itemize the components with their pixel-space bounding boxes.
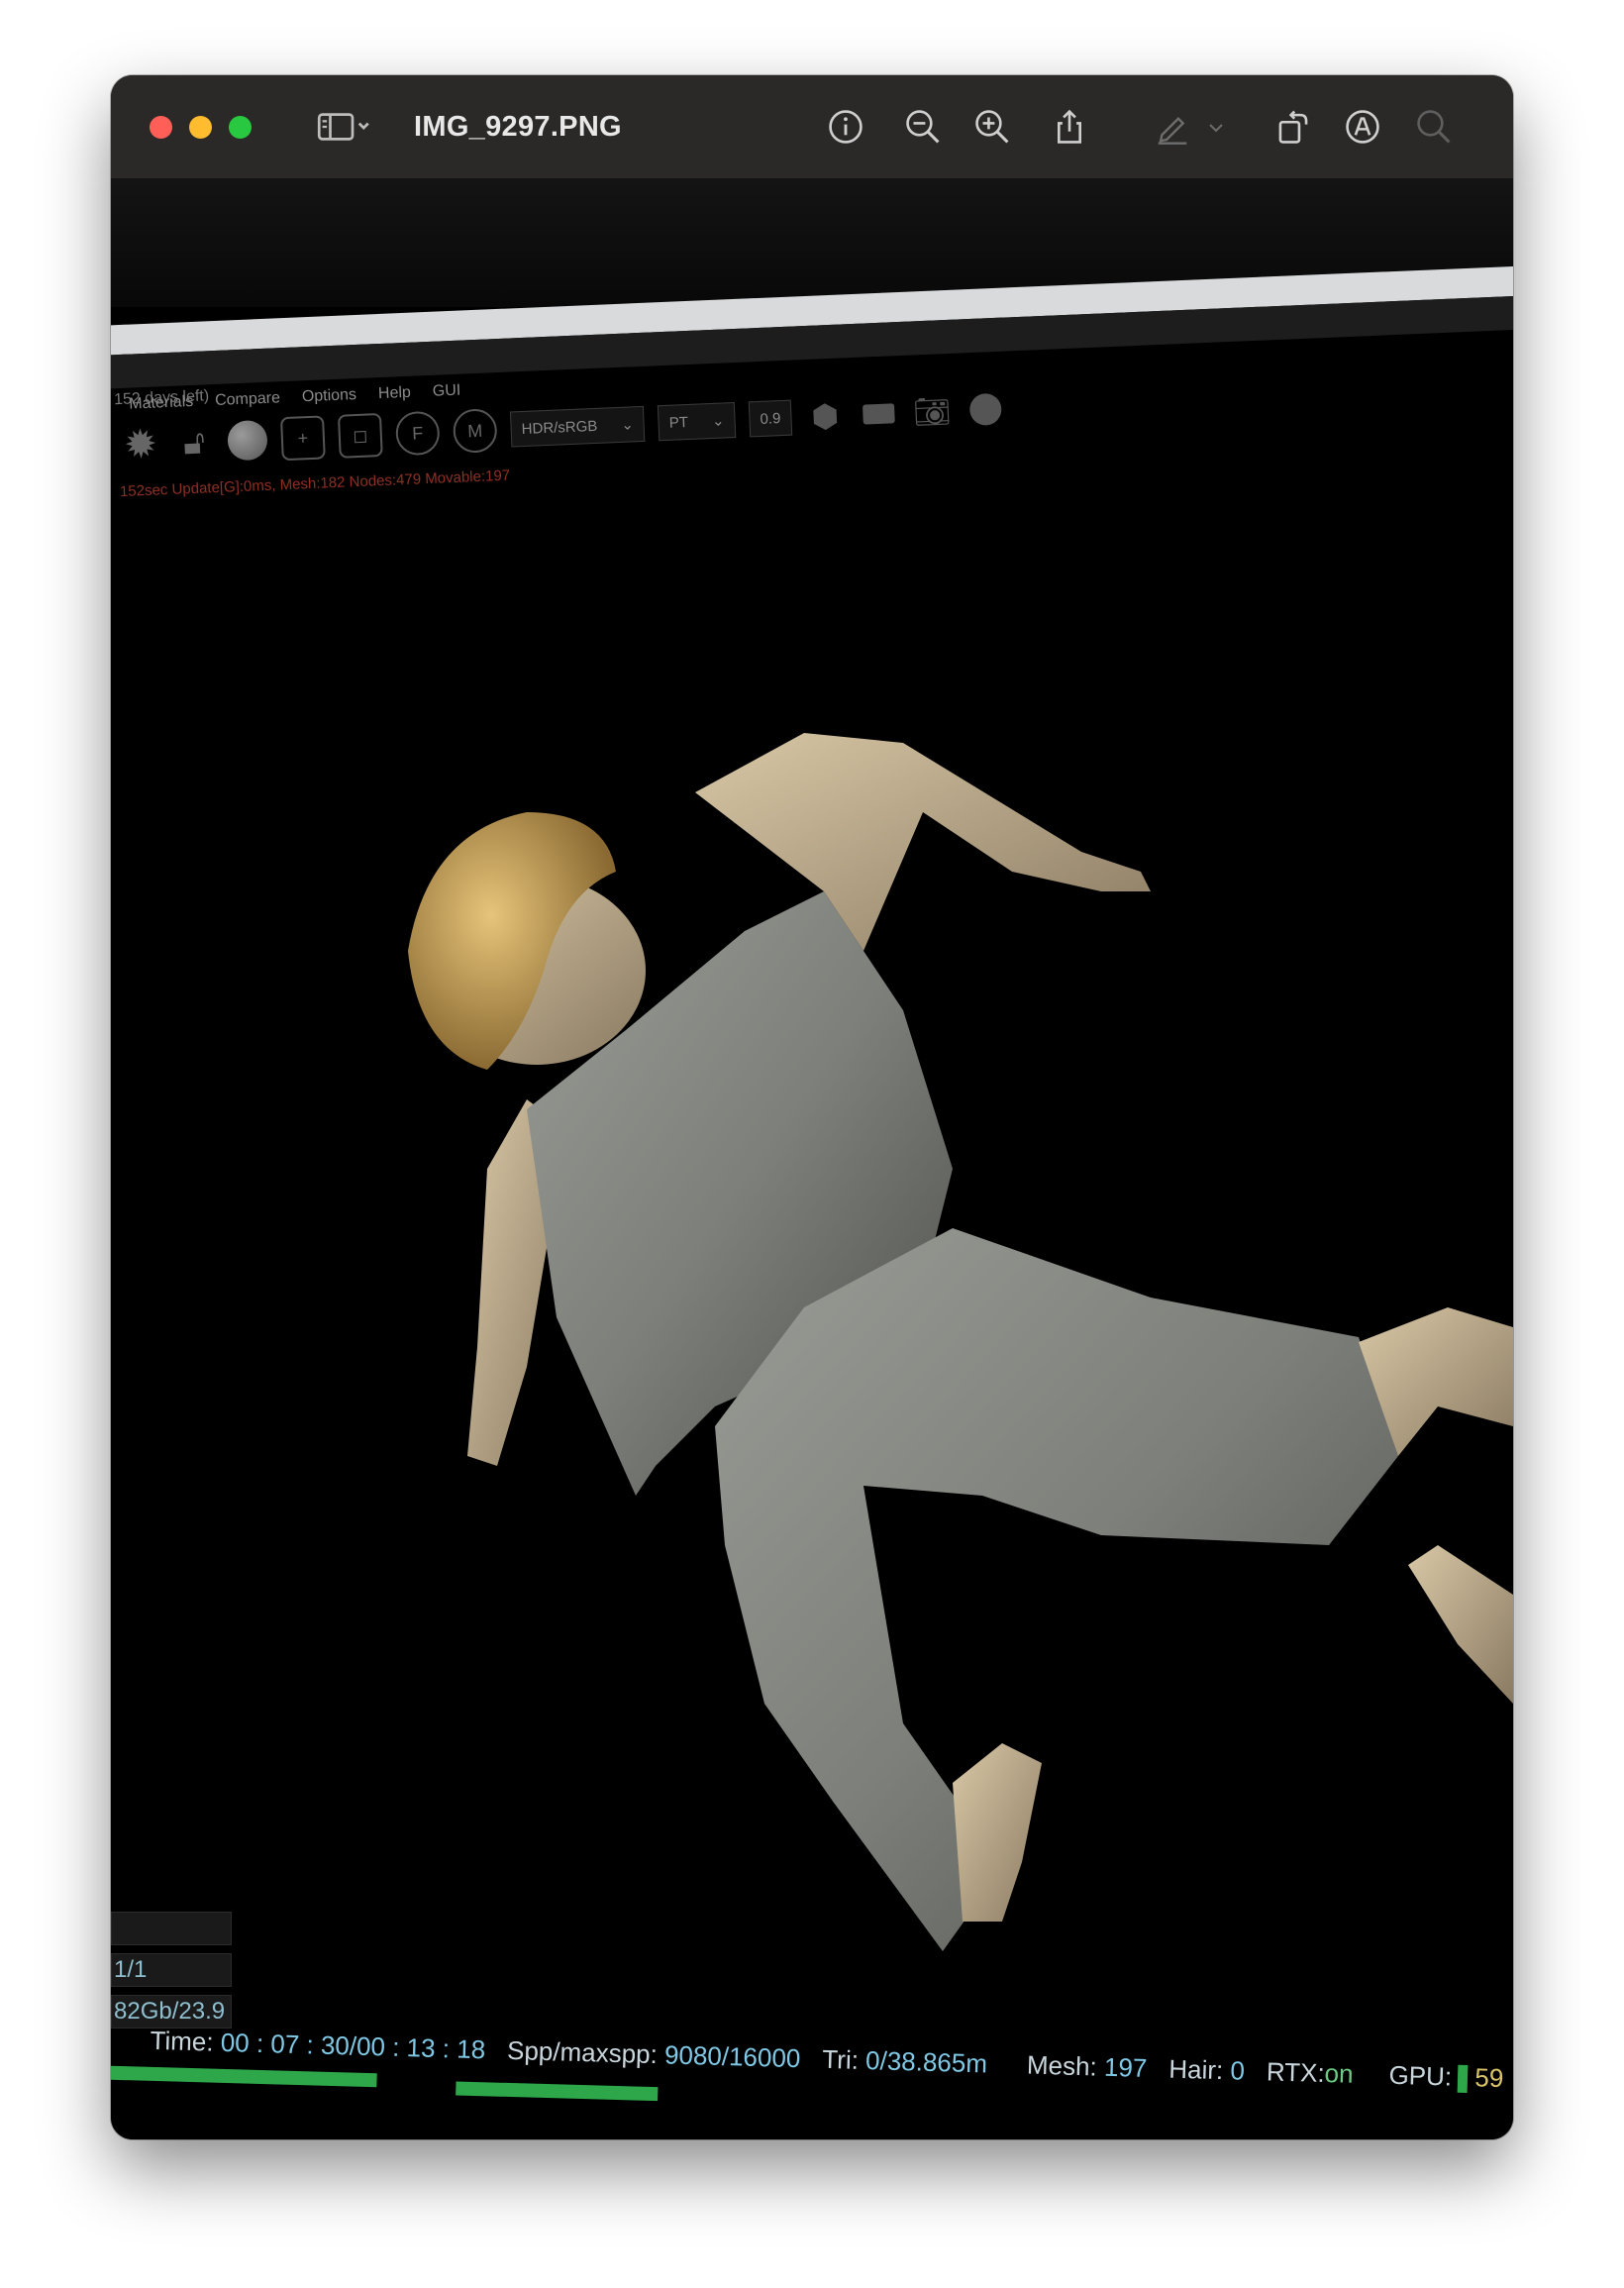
minimize-button[interactable] bbox=[189, 116, 212, 139]
hud-rtx: RTX:on bbox=[1266, 2056, 1354, 2090]
markup-button[interactable] bbox=[1151, 105, 1194, 149]
share-icon bbox=[1058, 109, 1081, 144]
info-icon bbox=[829, 110, 863, 144]
hud-gpu-label: GPU: bbox=[1388, 2059, 1453, 2092]
annotate-button[interactable] bbox=[1341, 105, 1384, 149]
sidebar-toggle-button[interactable] bbox=[309, 105, 378, 149]
raised-arm bbox=[695, 733, 1151, 951]
hud-tri-label: Tri: bbox=[821, 2043, 860, 2075]
rotate-icon bbox=[1278, 110, 1308, 144]
spp-progress-bar bbox=[456, 2081, 659, 2102]
zoom-out-button[interactable] bbox=[901, 105, 945, 149]
gpu-usage-bar bbox=[1457, 2064, 1469, 2094]
hud-mesh-value: 197 bbox=[1103, 2051, 1148, 2083]
left-foot bbox=[953, 1743, 1042, 1922]
title-bar: IMG_9297.PNG bbox=[111, 75, 1513, 179]
sidebar-icon bbox=[317, 113, 369, 141]
panel-memory: 82Gb/23.9 bbox=[111, 1995, 232, 2028]
render-left-panel: 1/1 82Gb/23.9 bbox=[111, 1912, 232, 2036]
preview-window: IMG_9297.PNG 152 days left) Materials Co… bbox=[111, 75, 1513, 2139]
search-button[interactable] bbox=[1412, 105, 1456, 149]
hud-rtx-value: on bbox=[1324, 2057, 1355, 2089]
zoom-button[interactable] bbox=[229, 116, 252, 139]
rotate-button[interactable] bbox=[1271, 105, 1315, 149]
window-title: IMG_9297.PNG bbox=[414, 111, 622, 143]
hud-mesh-label: Mesh: bbox=[1026, 2049, 1098, 2082]
rendered-figure bbox=[408, 733, 1513, 1951]
hud-time-value: 00 : 07 : 30/00 : 13 : 18 bbox=[220, 2027, 486, 2065]
zoom-in-icon bbox=[975, 110, 1009, 144]
markup-circle-icon bbox=[1346, 110, 1379, 144]
hud-gpu: GPU: 59 bbox=[1388, 2060, 1504, 2094]
time-progress-bar bbox=[111, 2065, 377, 2088]
image-canvas: 152 days left) Materials Compare Options… bbox=[111, 178, 1513, 2139]
markup-menu-button[interactable] bbox=[1204, 105, 1228, 149]
panel-slot-blank bbox=[111, 1912, 232, 1945]
hud-mesh: Mesh: 197 bbox=[1027, 2050, 1148, 2085]
info-button[interactable] bbox=[824, 105, 867, 149]
hud-tri-value: 0/38.865m bbox=[864, 2045, 988, 2079]
share-button[interactable] bbox=[1048, 105, 1091, 149]
search-icon bbox=[1417, 110, 1451, 144]
hud-rtx-label: RTX: bbox=[1266, 2056, 1326, 2088]
zoom-in-button[interactable] bbox=[970, 105, 1014, 149]
hud-time-label: Time: bbox=[150, 2025, 215, 2057]
trousers bbox=[715, 1228, 1398, 1951]
hud-hair: Hair: 0 bbox=[1168, 2054, 1245, 2087]
chevron-down-icon bbox=[1209, 124, 1223, 133]
close-button[interactable] bbox=[150, 116, 172, 139]
hud-spp-value: 9080/16000 bbox=[663, 2039, 801, 2074]
hud-spp-label: Spp/maxspp: bbox=[506, 2034, 659, 2070]
hud-gpu-value: 59 bbox=[1473, 2062, 1504, 2094]
hud-hair-value: 0 bbox=[1230, 2055, 1246, 2086]
other-figure-foot bbox=[1408, 1545, 1513, 1704]
zoom-out-icon bbox=[906, 110, 940, 144]
hud-tri: Tri: 0/38.865m bbox=[822, 2044, 987, 2080]
pencil-icon bbox=[1158, 117, 1187, 145]
panel-frame-count: 1/1 bbox=[111, 1953, 232, 1987]
hud-hair-label: Hair: bbox=[1167, 2053, 1224, 2086]
